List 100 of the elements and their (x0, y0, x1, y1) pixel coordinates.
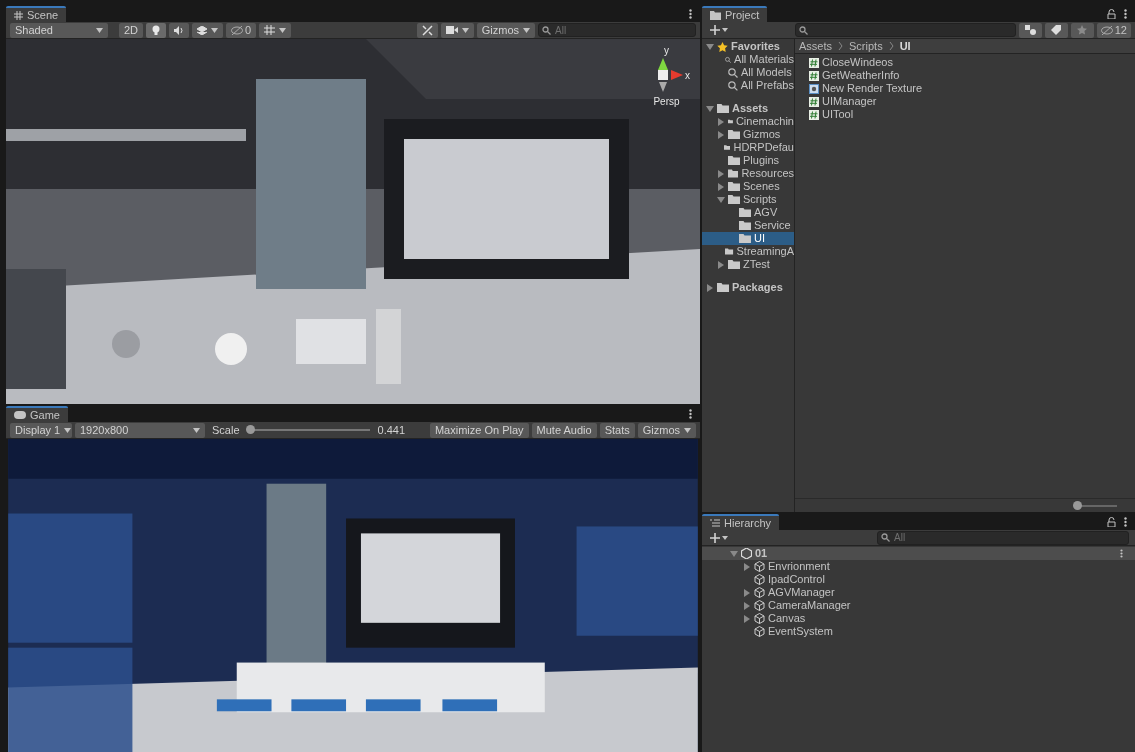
collapsed-arrow-icon[interactable] (717, 117, 725, 126)
search-icon (799, 25, 808, 35)
item-label: Favorites (731, 39, 780, 55)
collapsed-arrow-icon[interactable] (717, 169, 725, 178)
search-field[interactable]: All (877, 530, 1129, 545)
tree-item[interactable]: Favorites (702, 40, 794, 53)
tree-item[interactable]: Gizmos (702, 128, 794, 141)
tree-item[interactable]: AGV (702, 206, 794, 219)
caret-icon[interactable] (64, 427, 72, 433)
panel-tab[interactable]: Project (702, 6, 768, 22)
item-label: Packages (732, 280, 783, 296)
effects-dropdown[interactable] (192, 22, 224, 38)
tree-item[interactable]: Packages (702, 281, 794, 294)
tree-item[interactable]: All Prefabs (702, 79, 794, 92)
caret-icon[interactable] (96, 27, 103, 33)
tree-item[interactable]: Envrionment (702, 560, 1135, 573)
file-item[interactable]: CloseWindeos (809, 56, 1135, 69)
more-icon[interactable] (689, 409, 692, 419)
search-icon (724, 54, 732, 65)
icon-size-slider-thumb[interactable] (1073, 500, 1082, 510)
gizmos-dropdown[interactable]: Gizmos (476, 22, 535, 38)
grid-dropdown[interactable] (259, 22, 292, 38)
breadcrumb-link[interactable]: Assets (799, 37, 832, 55)
search-field[interactable] (795, 23, 1016, 37)
file-item[interactable]: UIManager (809, 95, 1135, 108)
lock-icon[interactable] (1107, 517, 1116, 527)
lock-icon[interactable] (1107, 9, 1116, 19)
cube-icon (754, 574, 765, 585)
tools-button[interactable] (416, 22, 438, 38)
tree-item[interactable]: ZTest (702, 258, 794, 271)
tree-item[interactable]: Scripts (702, 193, 794, 206)
resolution-dropdown[interactable]: 1920x800 (75, 422, 205, 438)
file-item[interactable]: GetWeatherInfo (809, 69, 1135, 82)
tree-item[interactable]: Resources (702, 167, 794, 180)
tree-item[interactable]: Scenes (702, 180, 794, 193)
shading-dropdown[interactable]: Shaded (10, 22, 108, 38)
2d-toggle[interactable]: 2D (119, 22, 144, 38)
tree-item[interactable]: EventSystem (702, 625, 1135, 638)
tree-item[interactable]: Plugins (702, 154, 794, 167)
more-icon[interactable] (1124, 9, 1127, 19)
item-label: ZTest (743, 257, 770, 273)
caret-icon[interactable] (461, 27, 469, 33)
caret-icon[interactable] (684, 427, 691, 433)
caret-icon[interactable] (279, 27, 287, 33)
lighting-toggle[interactable] (146, 22, 167, 38)
toolbar-button[interactable]: Stats (599, 422, 635, 438)
collapsed-arrow-icon[interactable] (743, 601, 751, 610)
filter-type-button[interactable] (1018, 22, 1042, 38)
tag-icon (1050, 25, 1062, 35)
tree-item[interactable]: Cinemachin (702, 115, 794, 128)
camera-dropdown[interactable] (440, 22, 474, 38)
tree-item[interactable]: CameraManager (702, 599, 1135, 612)
breadcrumb-link[interactable]: Scripts (849, 37, 883, 55)
file-item[interactable]: New Render Texture (809, 82, 1135, 95)
collapsed-arrow-icon[interactable] (717, 130, 725, 139)
scale-label: Scale (212, 422, 240, 438)
more-icon[interactable] (1124, 517, 1127, 527)
caret-icon[interactable] (211, 27, 219, 33)
tree-item[interactable]: All Materials (702, 53, 794, 66)
collapsed-arrow-icon[interactable] (717, 260, 725, 269)
collapsed-arrow-icon[interactable] (743, 562, 751, 571)
hidden-objects-toggle[interactable]: 0 (226, 22, 257, 38)
tree-item[interactable]: HDRPDefau (702, 141, 794, 154)
gizmos-dropdown[interactable]: Gizmos (637, 422, 696, 438)
tree-item[interactable]: IpadControl (702, 573, 1135, 586)
tree-item[interactable]: UI (702, 232, 794, 245)
expanded-arrow-icon[interactable] (730, 549, 738, 558)
collapsed-arrow-icon[interactable] (717, 182, 725, 191)
collapsed-arrow-icon[interactable] (706, 283, 714, 292)
tree-item[interactable]: Assets (702, 102, 794, 115)
tree-item[interactable]: Service (702, 219, 794, 232)
panel-tab[interactable]: Scene (6, 6, 67, 22)
expanded-arrow-icon[interactable] (717, 195, 725, 204)
tree-item[interactable]: AGVManager (702, 586, 1135, 599)
projection-label[interactable]: Persp (653, 94, 680, 109)
collapsed-arrow-icon[interactable] (743, 614, 751, 623)
tree-item[interactable]: StreamingA (702, 245, 794, 258)
folder-icon (728, 130, 740, 139)
caret-icon[interactable] (193, 427, 200, 433)
expanded-arrow-icon[interactable] (706, 104, 714, 113)
tree-item[interactable]: All Models (702, 66, 794, 79)
tree-item[interactable]: Canvas (702, 612, 1135, 625)
display-dropdown[interactable]: Display 1 (10, 422, 72, 438)
panel-tab[interactable]: Game (6, 406, 68, 422)
toolbar-button[interactable]: Maximize On Play (429, 422, 529, 438)
search-field[interactable]: All (538, 23, 696, 37)
scale-slider-thumb[interactable] (246, 425, 255, 434)
breadcrumb-link[interactable]: UI (899, 37, 911, 55)
file-item[interactable]: UITool (809, 108, 1135, 121)
star-button[interactable] (1070, 22, 1094, 38)
toolbar-button[interactable]: Mute Audio (531, 422, 597, 438)
speaker-icon (174, 25, 185, 35)
hidden-packages-toggle[interactable]: 12 (1096, 22, 1131, 38)
expanded-arrow-icon[interactable] (706, 42, 714, 51)
more-icon[interactable] (689, 9, 692, 19)
panel-tab[interactable]: Hierarchy (702, 514, 780, 530)
audio-toggle[interactable] (169, 22, 190, 38)
caret-icon[interactable] (523, 27, 530, 33)
label-tag-button[interactable] (1044, 22, 1068, 38)
collapsed-arrow-icon[interactable] (743, 588, 751, 597)
